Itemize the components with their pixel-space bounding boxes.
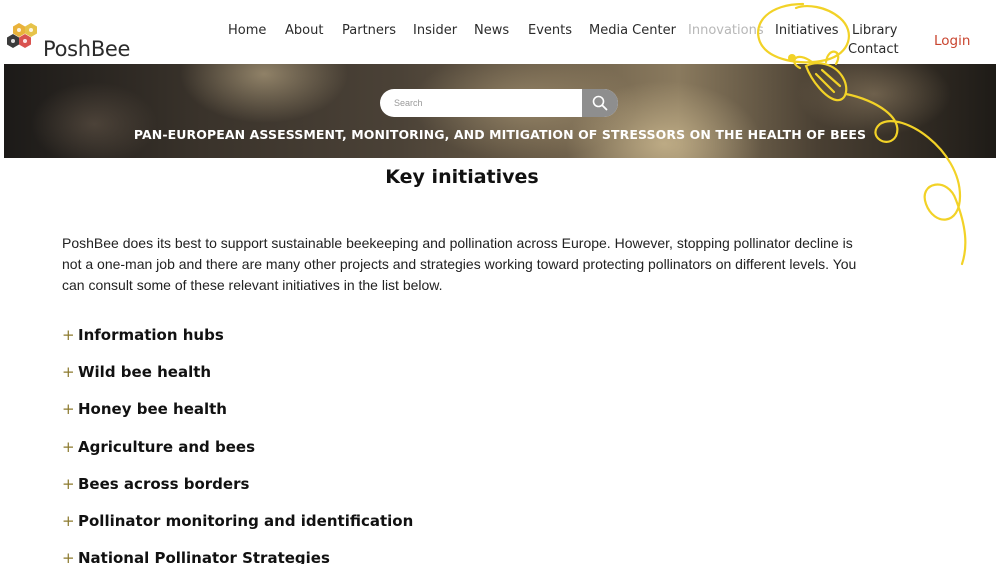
banner-tagline: PAN-EUROPEAN ASSESSMENT, MONITORING, AND… [133,127,867,142]
accordion-item-national-pollinator-strategies[interactable]: + National Pollinator Strategies [62,540,662,564]
nav-media-center[interactable]: Media Center [589,23,676,38]
nav-contact[interactable]: Contact [848,42,899,57]
search-icon [592,95,608,111]
nav-news[interactable]: News [474,23,509,38]
intro-paragraph: PoshBee does its best to support sustain… [62,235,857,293]
login-link[interactable]: Login [934,33,970,49]
accordion-label: Pollinator monitoring and identification [78,512,414,531]
accordion-label: Honey bee health [78,400,227,419]
nav-partners[interactable]: Partners [342,23,396,38]
accordion-item-pollinator-monitoring[interactable]: + Pollinator monitoring and identificati… [62,502,662,539]
nav-innovations[interactable]: Innovations [688,23,764,38]
accordion-item-wild-bee-health[interactable]: + Wild bee health [62,353,662,390]
hero-banner: PAN-EUROPEAN ASSESSMENT, MONITORING, AND… [4,64,996,158]
plus-icon: + [62,362,75,381]
accordion-label: Bees across borders [78,474,250,493]
plus-icon: + [62,474,75,493]
nav-library[interactable]: Library [852,23,897,38]
plus-icon: + [62,325,75,344]
plus-icon: + [62,400,75,419]
plus-icon: + [62,549,75,564]
accordion-label: Information hubs [78,325,224,344]
initiatives-accordion: + Information hubs + Wild bee health + H… [62,316,662,564]
nav-home[interactable]: Home [228,23,266,38]
accordion-label: Wild bee health [78,362,212,381]
plus-icon: + [62,512,75,531]
accordion-item-information-hubs[interactable]: + Information hubs [62,316,662,353]
main-nav: Home About Partners Insider News Events … [0,23,1000,63]
accordion-item-bees-across-borders[interactable]: + Bees across borders [62,465,662,502]
nav-about[interactable]: About [285,23,323,38]
search-bar [380,89,618,117]
search-button[interactable] [582,89,618,117]
accordion-item-agriculture-and-bees[interactable]: + Agriculture and bees [62,428,662,465]
nav-events[interactable]: Events [528,23,572,38]
accordion-item-honey-bee-health[interactable]: + Honey bee health [62,391,662,428]
nav-initiatives[interactable]: Initiatives [775,23,839,38]
accordion-label: National Pollinator Strategies [78,549,330,564]
accordion-label: Agriculture and bees [78,437,256,456]
nav-insider[interactable]: Insider [413,23,457,38]
search-input[interactable] [380,89,582,117]
page-title: Key initiatives [385,166,539,188]
site-header: PoshBee Home About Partners Insider News… [0,0,1000,64]
plus-icon: + [62,437,75,456]
